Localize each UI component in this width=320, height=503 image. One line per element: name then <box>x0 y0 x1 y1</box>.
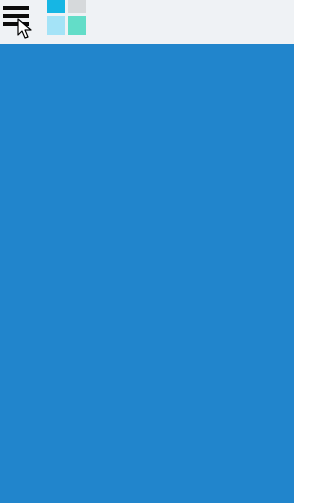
menu-line-middle <box>3 14 29 18</box>
menu-line-bottom <box>3 22 29 26</box>
logo-tile-top-left <box>47 0 65 13</box>
app-logo-icon[interactable] <box>47 0 87 35</box>
logo-tile-bottom-right <box>68 16 86 35</box>
logo-tile-bottom-left <box>47 16 65 35</box>
app-window <box>0 0 294 503</box>
top-bar <box>0 0 294 44</box>
menu-button[interactable] <box>2 5 30 29</box>
logo-tile-top-right <box>68 0 86 13</box>
menu-line-top <box>3 6 29 10</box>
